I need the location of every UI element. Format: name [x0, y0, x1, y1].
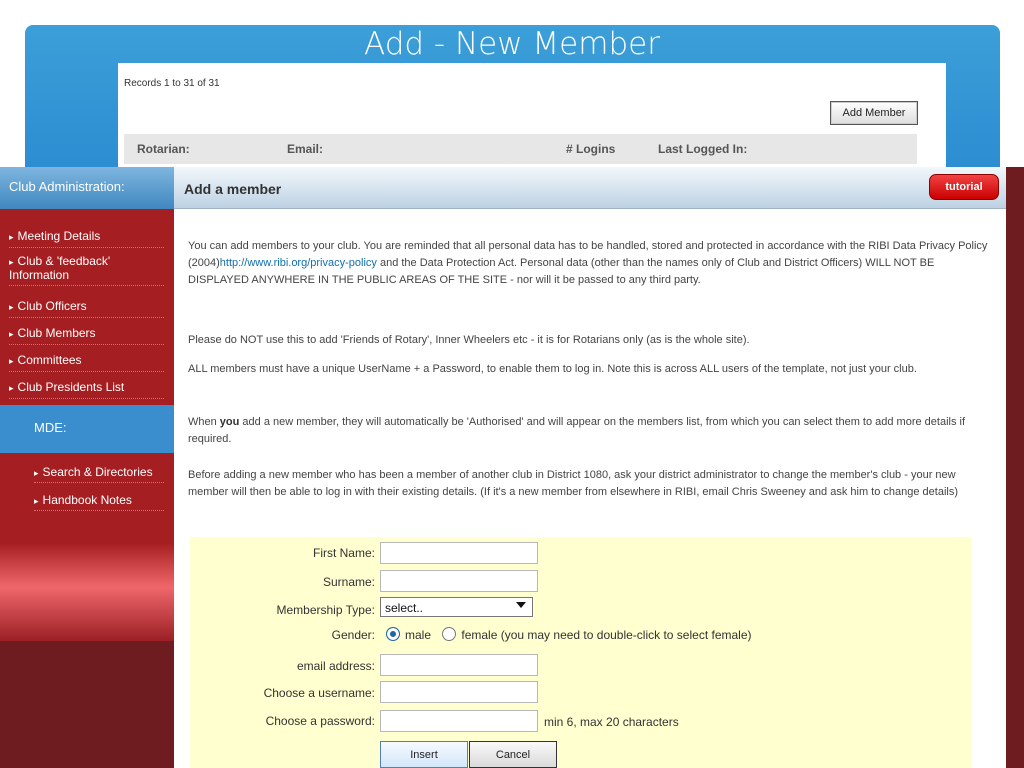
password-hint: min 6, max 20 characters: [544, 715, 679, 729]
first-name-field[interactable]: [380, 542, 538, 564]
last-logged-in-column: Last Logged In:: [658, 142, 748, 156]
sidebar-item-meeting-details[interactable]: Meeting Details: [9, 230, 164, 248]
cancel-button[interactable]: Cancel: [469, 741, 557, 768]
unique-username-note: ALL members must have a unique UserName …: [188, 363, 917, 375]
sidebar-item-club-officers[interactable]: Club Officers: [9, 300, 164, 318]
sidebar-item-club-presidents-list[interactable]: Club Presidents List: [9, 381, 164, 399]
sidebar-item-search-directories[interactable]: Search & Directories: [34, 465, 164, 483]
sidebar-item-handbook-notes[interactable]: Handbook Notes: [34, 493, 164, 511]
email-address-field[interactable]: [380, 654, 538, 676]
chevron-down-icon: [516, 602, 526, 608]
male-radio[interactable]: [386, 627, 400, 641]
male-label: male: [405, 628, 432, 642]
password-label: Choose a password:: [265, 714, 375, 728]
username-label: Choose a username:: [263, 686, 375, 700]
email-address-label: email address:: [296, 659, 375, 673]
membership-type-select[interactable]: select..: [380, 597, 533, 617]
tutorial-button[interactable]: tutorial: [929, 174, 999, 200]
mde-heading: MDE:: [0, 405, 174, 453]
sidebar-decorative-gradient: [0, 543, 174, 641]
logins-column: # Logins: [566, 142, 616, 156]
insert-button[interactable]: Insert: [380, 741, 468, 768]
female-radio[interactable]: [442, 627, 457, 641]
membership-type-label: Membership Type:: [276, 603, 376, 617]
authorization-emphasis: you: [219, 416, 240, 428]
background-members-table-header: Rotarian: Email: # Logins Last Logged In…: [124, 134, 917, 164]
gender-options: male female (you may need to double-clic…: [386, 627, 752, 642]
authorization-note: When you add a new member, they will aut…: [188, 414, 998, 448]
slide-title: Add - New Member: [364, 26, 660, 62]
content-header: [174, 167, 1006, 209]
first-name-label: First Name:: [312, 546, 375, 560]
password-field[interactable]: [380, 710, 538, 732]
gender-label: Gender:: [331, 628, 375, 642]
sidebar-item-club-members[interactable]: Club Members: [9, 327, 164, 345]
privacy-policy-link[interactable]: http://www.ribi.org/privacy-policy: [220, 257, 377, 269]
membership-type-value: select..: [385, 601, 424, 615]
surname-label: Surname:: [322, 575, 375, 589]
data-privacy-paragraph: You can add members to your club. You ar…: [188, 238, 998, 289]
female-label: female (you may need to double-click to …: [461, 628, 752, 642]
authorization-text-end: add a new member, they will automaticall…: [188, 416, 966, 445]
page-title: Add a member: [184, 181, 282, 197]
username-field[interactable]: [380, 681, 538, 703]
sidebar-item-club-feedback-information[interactable]: Club & 'feedback' Information: [9, 255, 164, 286]
add-member-form: [190, 537, 972, 768]
email-column: Email:: [287, 142, 324, 156]
sidebar-item-committees[interactable]: Committees: [9, 354, 164, 372]
surname-field[interactable]: [380, 570, 538, 592]
rotarian-column: Rotarian:: [137, 142, 190, 156]
right-border: [1006, 167, 1024, 768]
background-add-member-button[interactable]: Add Member: [830, 101, 918, 125]
authorization-text-start: When: [188, 416, 220, 428]
sidebar-heading: Club Administration:: [0, 167, 174, 209]
records-count: Records 1 to 31 of 31: [124, 78, 220, 89]
rotarians-only-note: Please do NOT use this to add 'Friends o…: [188, 334, 750, 346]
district-member-note: Before adding a new member who has been …: [188, 469, 958, 498]
